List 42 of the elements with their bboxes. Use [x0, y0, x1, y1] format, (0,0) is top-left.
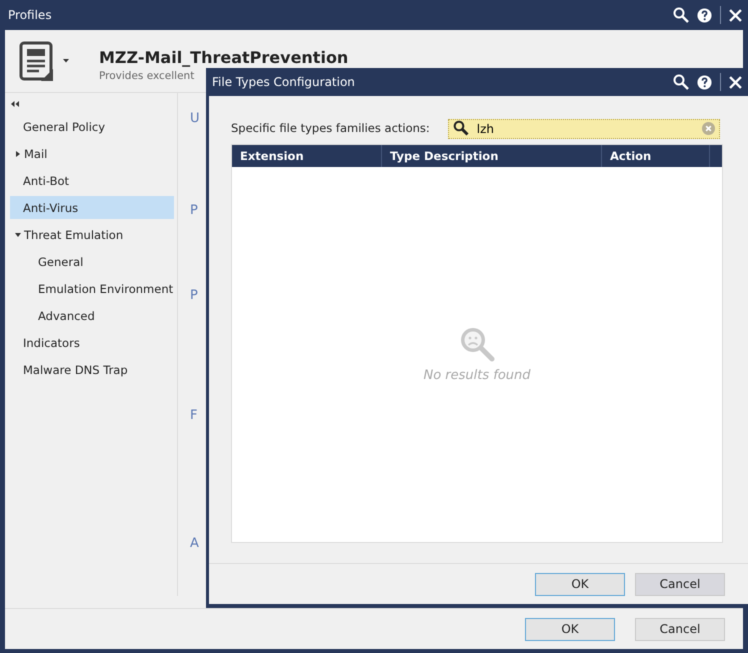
search-label: Specific file types families actions:: [231, 121, 430, 135]
profile-description: Provides excellent: [99, 70, 194, 82]
section-heading: A: [190, 536, 199, 551]
document-icon[interactable]: [19, 41, 55, 81]
ok-button[interactable]: OK: [535, 572, 625, 596]
help-icon[interactable]: [697, 74, 712, 90]
empty-message: No results found: [423, 368, 531, 383]
section-heading: U: [190, 111, 200, 126]
sidebar-item[interactable]: Indicators: [10, 331, 174, 354]
section-heading: F: [190, 408, 198, 423]
help-icon[interactable]: [697, 8, 712, 22]
collapse-icon[interactable]: [11, 101, 19, 107]
cancel-button[interactable]: Cancel: [635, 572, 725, 596]
sidebar-item[interactable]: Advanced: [10, 304, 174, 327]
search-field[interactable]: lzh: [448, 119, 720, 139]
profile-name: MZZ-Mail_ThreatPrevention: [99, 48, 348, 67]
caret-down-icon[interactable]: [15, 232, 21, 238]
column-header[interactable]: Extension: [232, 145, 382, 167]
search-icon: [452, 120, 469, 136]
sidebar-item[interactable]: Anti-Virus: [10, 196, 174, 219]
column-header[interactable]: Action: [602, 145, 710, 167]
close-icon[interactable]: [729, 76, 742, 88]
caret-right-icon[interactable]: [15, 150, 21, 156]
close-icon[interactable]: [729, 8, 742, 22]
sidebar-item[interactable]: Threat Emulation: [10, 223, 174, 246]
sidebar-item[interactable]: Malware DNS Trap: [10, 358, 174, 381]
sidebar-item[interactable]: Mail: [10, 142, 174, 165]
search-icon[interactable]: [673, 74, 689, 90]
ok-button[interactable]: OK: [525, 618, 615, 640]
column-header[interactable]: Type Description: [382, 145, 602, 167]
dialog-title: File Types Configuration: [212, 75, 355, 89]
section-heading: P: [190, 203, 198, 218]
sidebar-item[interactable]: Anti-Bot: [10, 169, 174, 192]
caret-icon[interactable]: [63, 59, 69, 63]
no-results-icon: [459, 326, 495, 362]
search-icon[interactable]: [673, 7, 689, 23]
sidebar-item[interactable]: Emulation Environment: [10, 277, 174, 300]
window-title: Profiles: [8, 8, 52, 22]
sidebar-item[interactable]: General: [10, 250, 174, 273]
section-heading: P: [190, 288, 198, 303]
sidebar-item[interactable]: General Policy: [10, 115, 174, 138]
cancel-button[interactable]: Cancel: [635, 618, 725, 640]
